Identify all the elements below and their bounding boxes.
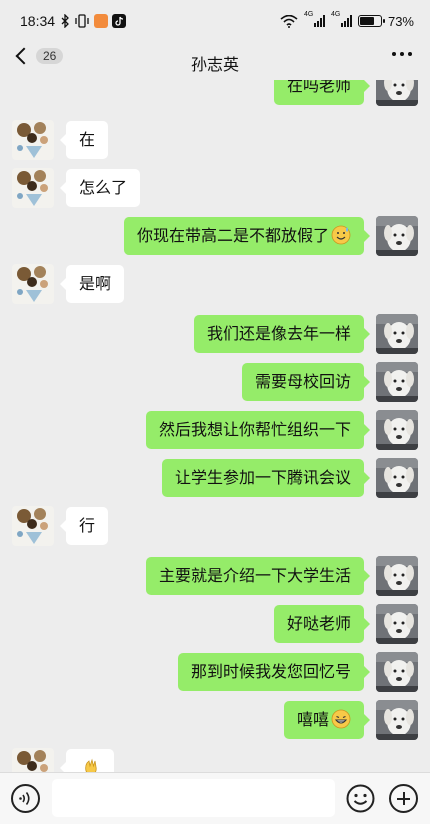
- message-bubble[interactable]: 让学生参加一下腾讯会议: [161, 459, 371, 497]
- chat-screen: 18:34 4G 4G 73% 26 孙志英 在吗老师 在 怎么了 你现在带高二…: [0, 0, 430, 824]
- more-dots-icon[interactable]: [392, 52, 412, 56]
- emoji-icon[interactable]: [346, 784, 375, 813]
- message-outgoing: 让学生参加一下腾讯会议: [0, 458, 430, 498]
- chat-title: 孙志英: [190, 55, 239, 74]
- message-bubble[interactable]: 我们还是像去年一样: [193, 315, 371, 353]
- message-incoming: 是啊: [0, 264, 430, 304]
- message-incoming: [0, 748, 430, 772]
- message-text: 让学生参加一下腾讯会议: [174, 468, 351, 487]
- input-bar: [0, 772, 430, 824]
- message-bubble[interactable]: 那到时候我发您回忆号: [177, 653, 371, 691]
- tiktok-icon: [112, 14, 127, 28]
- contact-avatar[interactable]: [12, 506, 54, 546]
- message-incoming: 在: [0, 120, 430, 160]
- waving-hand-icon: [79, 758, 101, 772]
- message-bubble[interactable]: 在: [59, 121, 109, 159]
- message-bubble[interactable]: 然后我想让你帮忙组织一下: [145, 411, 371, 449]
- signal-icon: 4G: [331, 11, 352, 27]
- my-avatar[interactable]: [376, 314, 418, 354]
- message-bubble[interactable]: 在吗老师: [273, 80, 371, 105]
- vibrate-icon: [75, 14, 89, 28]
- message-text: 然后我想让你帮忙组织一下: [158, 420, 351, 439]
- my-avatar[interactable]: [376, 216, 418, 256]
- grin-icon: [329, 709, 351, 729]
- message-text: 需要母校回访: [254, 372, 351, 391]
- plus-icon[interactable]: [389, 784, 418, 813]
- message-outgoing: 需要母校回访: [0, 362, 430, 402]
- wifi-icon: [280, 14, 298, 28]
- message-outgoing: 嘻嘻: [0, 700, 430, 740]
- message-outgoing: 在吗老师: [0, 80, 430, 106]
- signal-icon: 4G: [304, 11, 325, 27]
- message-outgoing: 那到时候我发您回忆号: [0, 652, 430, 692]
- message-list[interactable]: 在吗老师在怎么了你现在带高二是不都放假了是啊我们还是像去年一样需要母校回访然后我…: [0, 80, 430, 772]
- status-bar: 18:34 4G 4G 73%: [0, 0, 430, 42]
- contact-avatar[interactable]: [12, 748, 54, 772]
- message-text: 那到时候我发您回忆号: [190, 662, 351, 681]
- message-text: 行: [79, 516, 96, 535]
- message-bubble[interactable]: 需要母校回访: [241, 363, 371, 401]
- battery-icon: [357, 15, 385, 27]
- my-avatar[interactable]: [376, 410, 418, 450]
- message-bubble[interactable]: 怎么了: [59, 169, 141, 207]
- message-text: 主要就是介绍一下大学生活: [158, 566, 351, 585]
- message-incoming: 行: [0, 506, 430, 546]
- message-text: 好哒老师: [286, 614, 351, 633]
- my-avatar[interactable]: [376, 700, 418, 740]
- message-bubble[interactable]: 主要就是介绍一下大学生活: [145, 557, 371, 595]
- message-bubble[interactable]: 是啊: [59, 265, 125, 303]
- my-avatar[interactable]: [376, 604, 418, 644]
- contact-avatar[interactable]: [12, 264, 54, 304]
- message-outgoing: 你现在带高二是不都放假了: [0, 216, 430, 256]
- message-input[interactable]: [52, 779, 335, 817]
- message-bubble[interactable]: 你现在带高二是不都放假了: [123, 217, 371, 255]
- my-avatar[interactable]: [376, 458, 418, 498]
- my-avatar[interactable]: [376, 556, 418, 596]
- message-text: 在: [79, 130, 96, 149]
- message-text: 是啊: [79, 274, 112, 293]
- message-text: 嘻嘻: [296, 710, 329, 729]
- message-text: 你现在带高二是不都放假了: [136, 226, 329, 245]
- bluetooth-icon: [61, 14, 69, 28]
- sweat-smile-icon: [329, 225, 351, 245]
- message-outgoing: 我们还是像去年一样: [0, 314, 430, 354]
- message-outgoing: 主要就是介绍一下大学生活: [0, 556, 430, 596]
- message-text: 在吗老师: [286, 80, 351, 95]
- app-notification-icon: [94, 14, 109, 28]
- message-bubble[interactable]: 行: [59, 507, 109, 545]
- status-time: 18:34: [20, 13, 56, 29]
- contact-avatar[interactable]: [12, 120, 54, 160]
- message-outgoing: 好哒老师: [0, 604, 430, 644]
- battery-fill: [359, 17, 374, 25]
- voice-icon[interactable]: [11, 784, 40, 813]
- message-text: 怎么了: [79, 178, 128, 197]
- message-bubble[interactable]: [60, 749, 114, 772]
- message-text: 我们还是像去年一样: [206, 324, 351, 343]
- my-avatar[interactable]: [376, 80, 418, 106]
- contact-avatar[interactable]: [12, 168, 54, 208]
- message-bubble[interactable]: 好哒老师: [273, 605, 371, 643]
- chat-header: 26 孙志英: [0, 42, 430, 80]
- my-avatar[interactable]: [376, 362, 418, 402]
- message-outgoing: 然后我想让你帮忙组织一下: [0, 410, 430, 450]
- message-bubble[interactable]: 嘻嘻: [283, 701, 371, 739]
- my-avatar[interactable]: [376, 652, 418, 692]
- battery-percent: 73%: [387, 13, 414, 29]
- message-incoming: 怎么了: [0, 168, 430, 208]
